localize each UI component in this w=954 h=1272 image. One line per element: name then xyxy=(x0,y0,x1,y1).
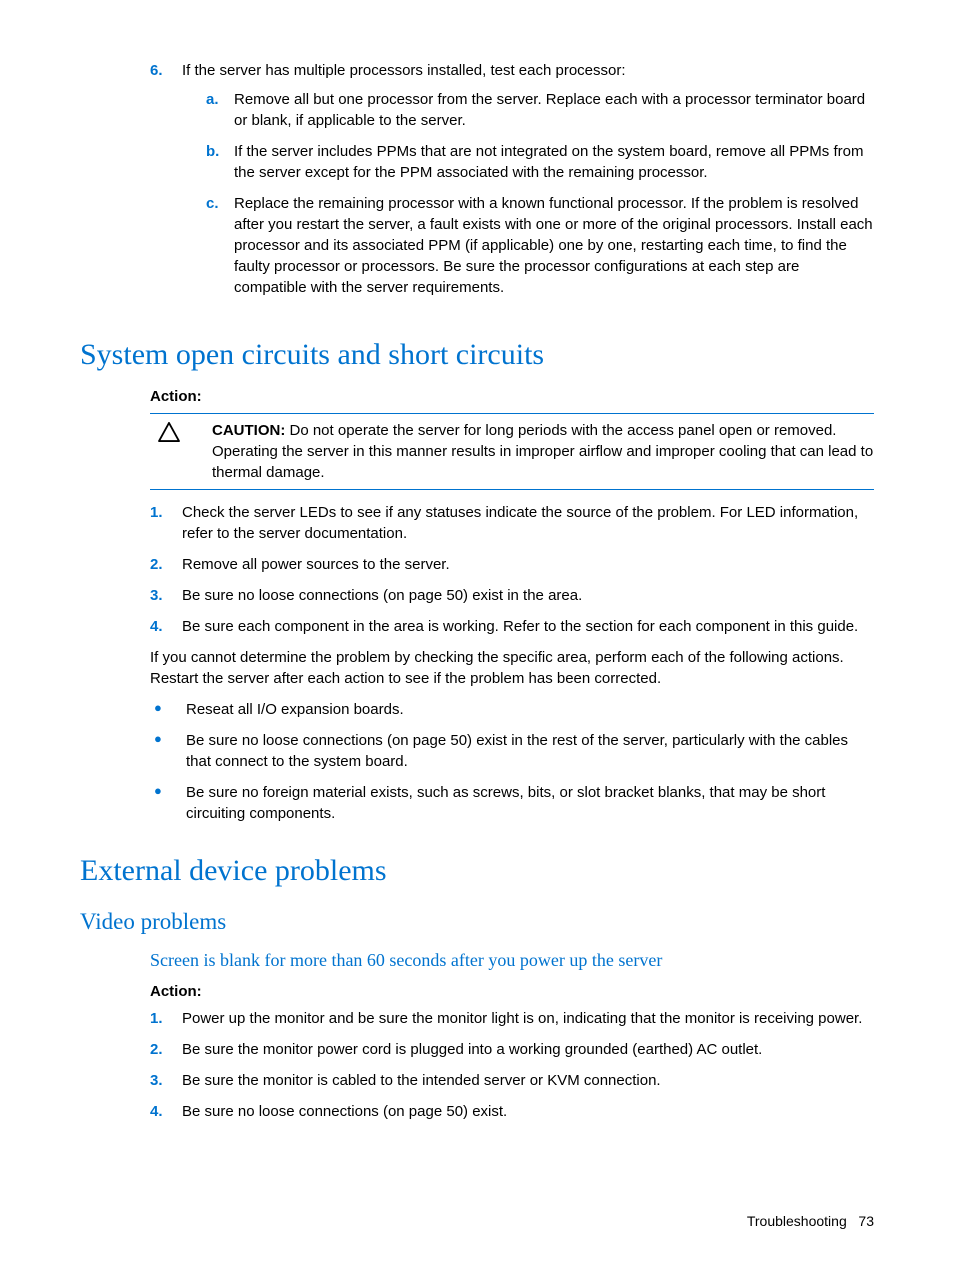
step-text: Be sure each component in the area is wo… xyxy=(182,616,874,637)
subsubsection-heading: Screen is blank for more than 60 seconds… xyxy=(150,948,874,973)
subsection-heading: Video problems xyxy=(80,906,874,938)
caution-label: CAUTION: xyxy=(212,422,285,439)
bullet-list: ● Reseat all I/O expansion boards. ● Be … xyxy=(150,699,874,824)
action-label: Action: xyxy=(150,981,874,1002)
step-text: Check the server LEDs to see if any stat… xyxy=(182,502,874,544)
section-heading: External device problems xyxy=(80,850,874,892)
caution-body: Do not operate the server for long perio… xyxy=(212,422,873,481)
step-list-continuation: 6. If the server has multiple processors… xyxy=(150,60,874,308)
sub-marker: c. xyxy=(206,193,234,298)
sub-marker: a. xyxy=(206,89,234,131)
step-marker: 1. xyxy=(150,502,182,544)
step-text: If the server has multiple processors in… xyxy=(182,62,626,79)
bullet-icon: ● xyxy=(150,699,186,720)
bullet-text: Be sure no foreign material exists, such… xyxy=(186,782,874,824)
section-heading: System open circuits and short circuits xyxy=(80,334,874,376)
list-item: ● Be sure no foreign material exists, su… xyxy=(150,782,874,824)
page-footer: Troubleshooting 73 xyxy=(80,1212,874,1232)
list-item: 2. Be sure the monitor power cord is plu… xyxy=(150,1039,874,1060)
step-list: 1. Check the server LEDs to see if any s… xyxy=(150,502,874,637)
footer-page: 73 xyxy=(858,1213,874,1229)
list-item: 3. Be sure the monitor is cabled to the … xyxy=(150,1070,874,1091)
list-item: 1. Power up the monitor and be sure the … xyxy=(150,1008,874,1029)
step-marker: 2. xyxy=(150,554,182,575)
bullet-text: Be sure no loose connections (on page 50… xyxy=(186,730,874,772)
step-marker: 4. xyxy=(150,1101,182,1122)
bullet-icon: ● xyxy=(150,730,186,772)
list-item: 2. Remove all power sources to the serve… xyxy=(150,554,874,575)
step-text: Be sure no loose connections (on page 50… xyxy=(182,585,874,606)
step-text: Be sure the monitor is cabled to the int… xyxy=(182,1070,874,1091)
sub-text: Remove all but one processor from the se… xyxy=(234,89,874,131)
step-text: Be sure no loose connections (on page 50… xyxy=(182,1101,874,1122)
list-item: ● Reseat all I/O expansion boards. xyxy=(150,699,874,720)
list-item: b. If the server includes PPMs that are … xyxy=(206,141,874,183)
list-item: 1. Check the server LEDs to see if any s… xyxy=(150,502,874,544)
step-marker: 3. xyxy=(150,1070,182,1091)
step-list: 1. Power up the monitor and be sure the … xyxy=(150,1008,874,1122)
step-text: Remove all power sources to the server. xyxy=(182,554,874,575)
list-item: c. Replace the remaining processor with … xyxy=(206,193,874,298)
footer-section: Troubleshooting xyxy=(747,1213,847,1229)
list-item: ● Be sure no loose connections (on page … xyxy=(150,730,874,772)
step-marker: 4. xyxy=(150,616,182,637)
list-item: 4. Be sure no loose connections (on page… xyxy=(150,1101,874,1122)
caution-text: CAUTION: Do not operate the server for l… xyxy=(212,420,874,483)
list-item: 6. If the server has multiple processors… xyxy=(150,60,874,308)
sub-step-list: a. Remove all but one processor from the… xyxy=(182,89,874,298)
step-marker: 3. xyxy=(150,585,182,606)
paragraph: If you cannot determine the problem by c… xyxy=(150,647,874,689)
caution-box: CAUTION: Do not operate the server for l… xyxy=(150,413,874,490)
list-item: a. Remove all but one processor from the… xyxy=(206,89,874,131)
bullet-text: Reseat all I/O expansion boards. xyxy=(186,699,874,720)
list-item: 4. Be sure each component in the area is… xyxy=(150,616,874,637)
step-text: Power up the monitor and be sure the mon… xyxy=(182,1008,874,1029)
sub-text: Replace the remaining processor with a k… xyxy=(234,193,874,298)
step-marker: 6. xyxy=(150,60,182,308)
step-text: Be sure the monitor power cord is plugge… xyxy=(182,1039,874,1060)
step-marker: 1. xyxy=(150,1008,182,1029)
step-body: If the server has multiple processors in… xyxy=(182,60,874,308)
list-item: 3. Be sure no loose connections (on page… xyxy=(150,585,874,606)
action-label: Action: xyxy=(150,386,874,407)
caution-icon xyxy=(150,420,212,483)
sub-marker: b. xyxy=(206,141,234,183)
sub-text: If the server includes PPMs that are not… xyxy=(234,141,874,183)
step-marker: 2. xyxy=(150,1039,182,1060)
bullet-icon: ● xyxy=(150,782,186,824)
